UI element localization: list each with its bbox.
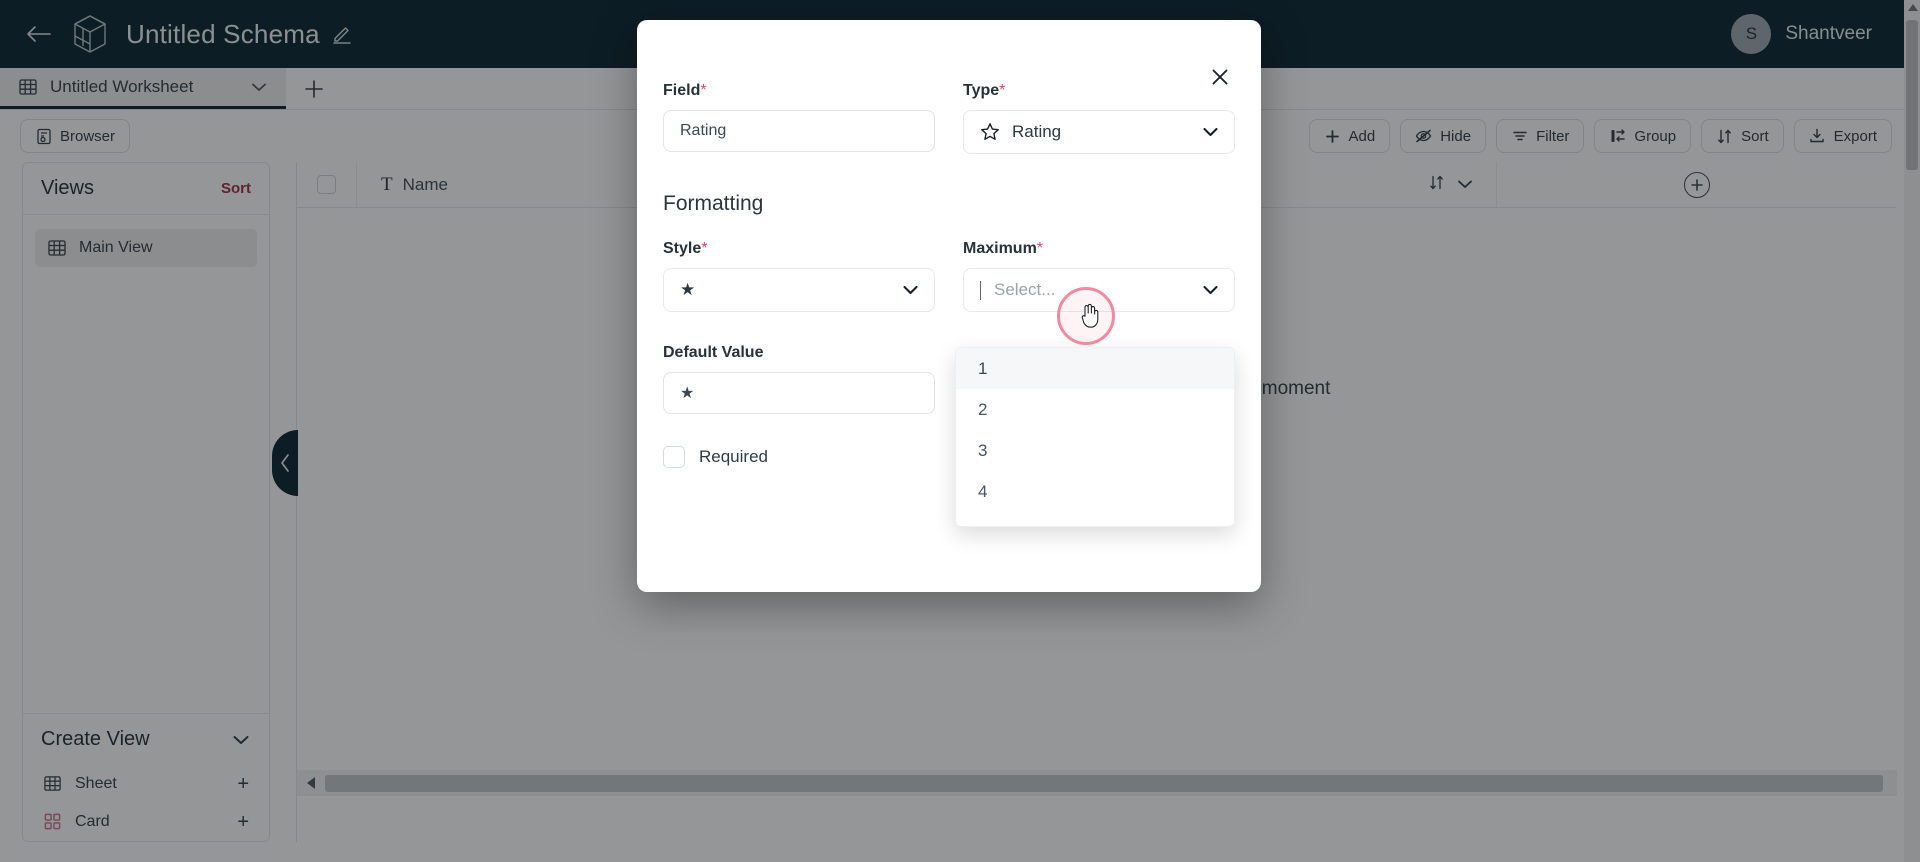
dropdown-option[interactable]: 3 <box>956 430 1234 471</box>
style-label: Style* <box>663 240 935 258</box>
required-checkbox[interactable] <box>663 446 685 468</box>
required-label: Required <box>699 447 768 467</box>
style-select[interactable]: ★ <box>663 268 935 312</box>
type-group: Type* Rating <box>963 82 1235 154</box>
maximum-dropdown-list[interactable]: 1 2 3 4 5 6 <box>955 347 1235 527</box>
style-group: Style* ★ <box>663 240 935 312</box>
field-label: Field* <box>663 82 935 100</box>
maximum-label: Maximum* <box>963 240 1235 258</box>
style-maximum-row: Style* ★ Maximum* Select... <box>637 240 1261 312</box>
dropdown-option[interactable]: 2 <box>956 389 1234 430</box>
type-select-value: Rating <box>1012 122 1061 142</box>
default-value-input[interactable]: ★ <box>663 372 935 414</box>
type-label-text: Type <box>963 82 999 99</box>
maximum-label-text: Maximum <box>963 240 1037 257</box>
type-label: Type* <box>963 82 1235 100</box>
cursor-pointer-icon <box>1080 303 1102 329</box>
field-name-input[interactable]: Rating <box>663 110 935 152</box>
default-value-text: ★ <box>680 383 694 403</box>
chevron-down-icon[interactable] <box>1203 285 1218 295</box>
close-icon[interactable] <box>1207 64 1233 90</box>
dropdown-option[interactable]: 1 <box>956 348 1234 389</box>
maximum-placeholder: Select... <box>994 280 1055 300</box>
style-label-text: Style <box>663 240 701 257</box>
formatting-title: Formatting <box>637 192 1261 216</box>
default-value-group: Default Value ★ <box>663 344 935 414</box>
field-group: Field* Rating <box>663 82 935 154</box>
text-caret <box>980 281 981 300</box>
required-asterisk: * <box>999 82 1005 99</box>
field-name-value: Rating <box>680 122 726 140</box>
star-outline-icon <box>980 122 1000 142</box>
chevron-down-icon[interactable] <box>903 285 918 295</box>
chevron-down-icon[interactable] <box>1203 127 1218 137</box>
dropdown-option[interactable]: 5 <box>956 512 1234 527</box>
app-root: Untitled Schema S Shantveer Untitled Wor… <box>0 0 1920 862</box>
default-value-label: Default Value <box>663 344 935 362</box>
required-asterisk: * <box>701 240 707 257</box>
required-asterisk: * <box>700 82 706 99</box>
field-label-text: Field <box>663 82 700 99</box>
required-asterisk: * <box>1037 240 1043 257</box>
dropdown-option[interactable]: 4 <box>956 471 1234 512</box>
style-select-value: ★ <box>680 280 695 300</box>
type-select[interactable]: Rating <box>963 110 1235 154</box>
field-type-row: Field* Rating Type* Rating <box>637 20 1261 154</box>
